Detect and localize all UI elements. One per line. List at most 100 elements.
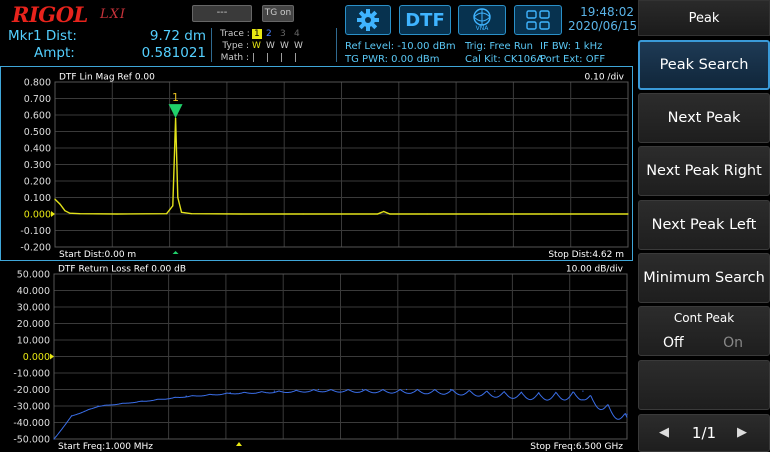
- trace-4[interactable]: 4: [294, 28, 308, 40]
- return-loss-point: [317, 388, 320, 391]
- lin-mag-point: [240, 213, 242, 215]
- lin-mag-point: [488, 213, 490, 215]
- cont-peak-toggle[interactable]: Cont Peak Off On: [638, 306, 770, 356]
- tg-on-button[interactable]: TG on: [262, 5, 294, 22]
- y-tick-label: 30.000: [17, 303, 50, 314]
- marker-ampt-label: Ampt:: [34, 45, 75, 61]
- marker-bottom-indicator: [172, 251, 179, 254]
- next-peak-right-button[interactable]: Next Peak Right: [638, 146, 770, 196]
- lxi-logo: LXI: [100, 7, 127, 22]
- y-tick-label: 0.400: [24, 144, 51, 155]
- trace-label: Trace :: [220, 29, 250, 39]
- return-loss-point: [538, 392, 540, 394]
- divider: [211, 28, 212, 62]
- marker-dist-value: 9.72 dm: [149, 28, 206, 44]
- y-tick-label: 0.600: [24, 111, 51, 122]
- dtf-mode-button[interactable]: DTF: [399, 5, 451, 35]
- y-tick-label: 50.000: [17, 270, 50, 281]
- return-loss-point: [141, 400, 143, 402]
- return-loss-point: [626, 413, 628, 415]
- y-tick-label: 0.700: [24, 94, 51, 105]
- type-3: W: [280, 41, 289, 51]
- gear-icon: [357, 9, 379, 31]
- type-label: Type :: [222, 41, 249, 51]
- next-peak-left-button[interactable]: Next Peak Left: [638, 200, 770, 250]
- lin-mag-point: [79, 213, 81, 215]
- tg-power: TG PWR: 0.00 dBm: [345, 54, 440, 65]
- lin-mag-point: [64, 210, 66, 212]
- y-tick-label: 0.100: [24, 193, 51, 204]
- math-4: |: [294, 53, 298, 63]
- y-tick-label: -30.000: [13, 402, 50, 413]
- return-loss-point: [405, 388, 408, 391]
- port-ext: Port Ext: OFF: [540, 54, 606, 65]
- plot-title: DTF Return Loss Ref 0.00 dB: [58, 265, 186, 275]
- info-col-1: Ref Level: -10.00 dBm TG PWR: 0.00 dBm: [345, 40, 456, 66]
- y-tick-label: 10.000: [17, 336, 50, 347]
- settings-button[interactable]: [345, 5, 391, 35]
- cont-peak-on[interactable]: On: [723, 335, 743, 351]
- plot-start: Start Dist:0.00 m: [59, 250, 136, 260]
- y-tick-label: 40.000: [17, 286, 50, 297]
- minimum-search-button[interactable]: Minimum Search: [638, 253, 770, 303]
- next-page-icon[interactable]: ▶: [737, 425, 747, 440]
- ref-level-arrow: [50, 353, 54, 360]
- math-label: Math :: [220, 53, 249, 63]
- lin-mag-point: [627, 213, 629, 215]
- status-button[interactable]: ---: [192, 5, 252, 22]
- layout-button[interactable]: [514, 5, 562, 35]
- trace-2[interactable]: 2: [266, 28, 280, 40]
- lin-mag-chart[interactable]: 0.800 0.700 0.600 0.500 0.400 0.300 0.200 0.100…: [1, 67, 632, 260]
- info-col-3: IF BW: 1 kHz Port Ext: OFF: [540, 40, 605, 66]
- y-tick-label: 20.000: [17, 319, 50, 330]
- softkey-panel: Peak Peak Search Next Peak Next Peak Rig…: [636, 0, 770, 452]
- lin-mag-point: [180, 211, 183, 213]
- trace-3[interactable]: 3: [280, 28, 294, 40]
- trace-status[interactable]: Trace :1234 Type :WWWW Math : | | | |: [220, 28, 308, 64]
- vna-icon: [473, 8, 491, 26]
- vna-mode-button[interactable]: VNA: [458, 5, 506, 35]
- y-tick-label: 0.800: [24, 78, 51, 89]
- y-tick-label: 0.200: [24, 177, 51, 188]
- lin-mag-point: [166, 213, 168, 215]
- clock: 19:48:02 2020/06/15: [568, 5, 637, 33]
- plot-start: Start Freq:1.000 MHz: [58, 442, 153, 452]
- next-peak-button[interactable]: Next Peak: [638, 93, 770, 143]
- blank-softkey[interactable]: [638, 360, 770, 410]
- math-1: |: [252, 53, 256, 63]
- top-bar: RIGOL LXI --- TG on Mkr1 Dist: 9.72 dm A…: [0, 0, 637, 66]
- return-loss-point: [582, 390, 584, 392]
- plot-stop: Stop Dist:4.62 m: [548, 250, 624, 260]
- return-loss-point: [273, 390, 275, 392]
- lin-mag-point: [116, 213, 118, 215]
- math-2: |: [266, 53, 270, 63]
- if-bandwidth: IF BW: 1 kHz: [540, 41, 603, 52]
- page-navigator: ◀ 1/1 ▶: [638, 414, 770, 452]
- dtf-return-loss-plot[interactable]: 50.000 40.000 30.000 20.000 10.000 0.000 -10.0…: [0, 263, 633, 452]
- return-loss-chart[interactable]: 50.000 40.000 30.000 20.000 10.000 0.000 -10.0…: [0, 263, 633, 452]
- cal-kit: Cal Kit: CK106A: [465, 54, 544, 65]
- lin-mag-point: [302, 213, 304, 215]
- marker-dist-label: Mkr1 Dist:: [8, 28, 77, 44]
- peak-search-button[interactable]: Peak Search: [638, 40, 770, 90]
- trace-1[interactable]: 1: [252, 29, 262, 39]
- return-loss-point: [494, 390, 496, 392]
- lin-mag-point: [389, 213, 391, 215]
- plot-stop: Stop Freq:6.500 GHz: [530, 442, 623, 452]
- lin-mag-point: [550, 213, 552, 215]
- y-tick-label: 0.500: [24, 127, 51, 138]
- plot-scale: 0.10 /div: [585, 73, 625, 83]
- y-tick-label: 0.300: [24, 160, 51, 171]
- return-loss-point: [450, 388, 452, 391]
- cont-peak-off[interactable]: Off: [663, 335, 684, 351]
- vna-label: VNA: [475, 25, 489, 32]
- plot-scale: 10.00 dB/div: [566, 265, 624, 275]
- info-col-2: Trig: Free Run Cal Kit: CK106A: [465, 40, 543, 66]
- y-tick-label: -0.100: [20, 226, 51, 237]
- marker-readout: Mkr1 Dist: 9.72 dm Ampt: 0.581021: [8, 28, 206, 62]
- dtf-lin-mag-plot[interactable]: 0.800 0.700 0.600 0.500 0.400 0.300 0.200 0.100…: [0, 66, 633, 261]
- math-3: |: [280, 53, 284, 63]
- type-2: W: [266, 41, 275, 51]
- y-tick-label: -40.000: [13, 418, 50, 429]
- cont-peak-title: Cont Peak: [673, 311, 735, 325]
